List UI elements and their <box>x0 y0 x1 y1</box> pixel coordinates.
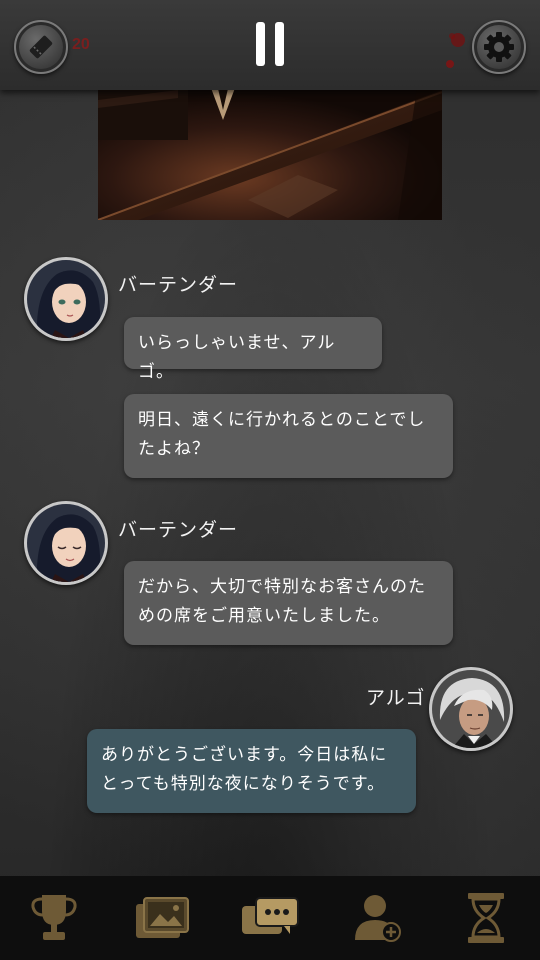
nav-chat[interactable] <box>238 886 302 950</box>
argo-portrait <box>432 670 510 748</box>
speaker-name: アルゴ <box>366 687 426 709</box>
argo-avatar <box>429 667 513 751</box>
nav-timeline[interactable] <box>454 886 518 950</box>
player-message-bubble: ありがとうございます。今日は私に とっても特別な夜になりそうです。 <box>87 729 416 813</box>
pause-button[interactable] <box>250 22 290 68</box>
gallery-icon <box>136 897 189 938</box>
ticket-button[interactable] <box>14 20 68 74</box>
speaker-name: バーテンダー <box>118 274 239 296</box>
message-bubble: 明日、遠くに行かれるとのことでし たよね？ <box>124 394 453 478</box>
nav-gallery[interactable] <box>130 886 194 950</box>
bartender-portrait-winking <box>27 504 105 582</box>
bartender-avatar <box>24 501 108 585</box>
message-bubble: だから、大切で特別なお客さんのた めの席をご用意いたしました。 <box>124 561 453 645</box>
pause-icon-bar <box>275 22 284 66</box>
settings-button[interactable] <box>472 20 526 74</box>
nav-characters[interactable] <box>346 886 410 950</box>
speaker-name: バーテンダー <box>118 519 239 541</box>
bartender-portrait-smiling <box>27 260 105 338</box>
hourglass-icon <box>468 893 504 943</box>
nav-achievements[interactable] <box>22 886 86 950</box>
game-screen: 20 バーテンダー いらっしゃいませ、アルゴ。 明日、遠くに行かれるとのことでし… <box>0 0 540 960</box>
trophy-icon <box>31 895 77 940</box>
blood-splatter-decoration <box>446 33 465 68</box>
ticket-icon <box>29 35 53 59</box>
bartender-avatar <box>24 257 108 341</box>
bottom-nav <box>0 876 540 960</box>
chat-icon <box>242 897 299 934</box>
ticket-count: 20 <box>72 36 90 53</box>
add-character-icon <box>355 895 401 942</box>
scene-image <box>98 80 442 220</box>
gear-icon <box>484 32 514 62</box>
pause-icon <box>256 22 265 66</box>
bar-scene-illustration <box>98 80 442 220</box>
message-bubble: いらっしゃいませ、アルゴ。 <box>124 317 382 382</box>
top-bar: 20 <box>0 0 540 90</box>
